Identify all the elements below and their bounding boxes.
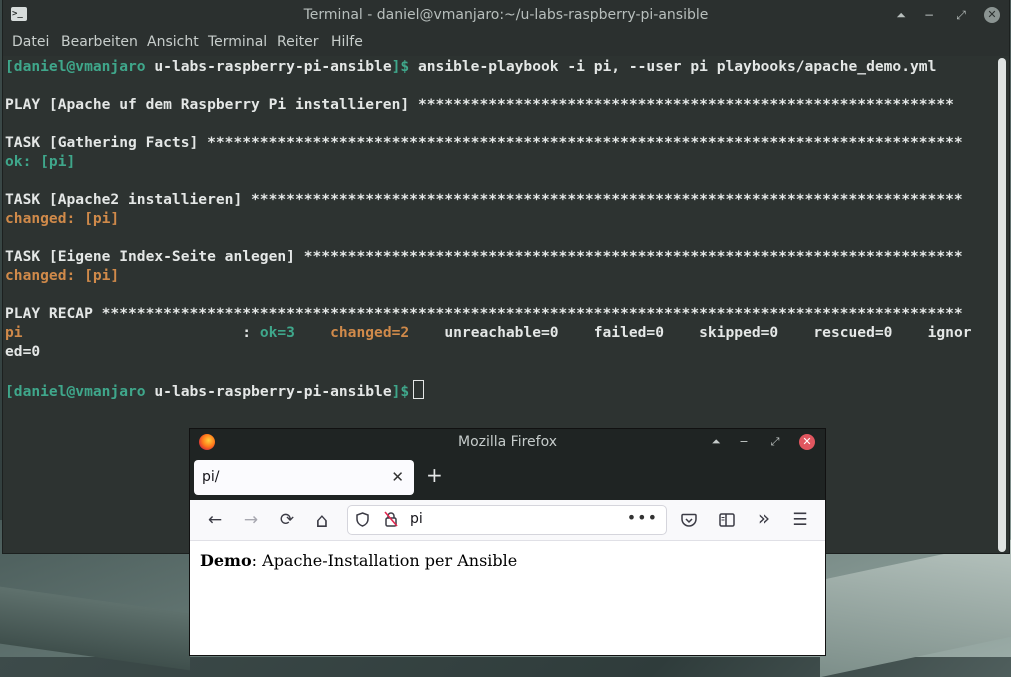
minimize-button[interactable]: − bbox=[921, 7, 937, 23]
page-text: Demo: Apache-Installation per Ansible bbox=[200, 551, 517, 570]
prompt-user: [daniel@vmanjaro bbox=[5, 383, 146, 400]
page-actions-icon[interactable]: ••• bbox=[627, 508, 658, 527]
close-button[interactable]: ✕ bbox=[984, 7, 1000, 23]
terminal-titlebar[interactable]: >_ Terminal - daniel@vmanjaro:~/u-labs-r… bbox=[3, 0, 1009, 31]
menu-terminal[interactable]: Terminal bbox=[208, 34, 267, 50]
app-menu-button[interactable]: ☰ bbox=[789, 509, 811, 531]
terminal-scrollbar[interactable] bbox=[998, 58, 1006, 552]
recap-host: pi bbox=[5, 324, 23, 341]
close-button[interactable]: ✕ bbox=[799, 434, 815, 450]
keep-above-button[interactable]: ⏶ bbox=[893, 7, 909, 23]
recap-ok: ok=3 bbox=[259, 324, 295, 341]
firefox-window: Mozilla Firefox ⏶ − ⤢ ✕ pi/ ✕ + ← → ⟳ ⌂ … bbox=[190, 429, 825, 655]
task-header: TASK [Apache2 installieren] ************… bbox=[5, 191, 963, 208]
menu-bearbeiten[interactable]: Bearbeiten bbox=[61, 34, 138, 50]
sidebar-icon[interactable] bbox=[719, 513, 735, 527]
prompt-dir: u-labs-raspberry-pi-ansible bbox=[145, 58, 392, 75]
tracking-protection-shield-icon[interactable] bbox=[356, 512, 369, 527]
home-button[interactable]: ⌂ bbox=[311, 509, 333, 531]
maximize-button[interactable]: ⤢ bbox=[953, 7, 969, 23]
recap-separator: : bbox=[22, 324, 260, 341]
prompt-line: [daniel@vmanjaro u-labs-raspberry-pi-ans… bbox=[5, 380, 425, 400]
page-text-bold: Demo bbox=[200, 551, 252, 570]
prompt-symbol: ]$ bbox=[391, 58, 418, 75]
page-text-rest: : Apache-Installation per Ansible bbox=[251, 551, 518, 570]
terminal-title: Terminal - daniel@vmanjaro:~/u-labs-rasp… bbox=[303, 7, 709, 23]
recap-line: pi : ok=3 changed=2 unreachable=0 failed… bbox=[5, 323, 972, 342]
prompt-line: [daniel@vmanjaro u-labs-raspberry-pi-ans… bbox=[5, 57, 936, 76]
new-tab-button[interactable]: + bbox=[426, 465, 443, 485]
keep-above-button[interactable]: ⏶ bbox=[708, 434, 724, 450]
menu-datei[interactable]: Datei bbox=[12, 34, 49, 50]
forward-button[interactable]: → bbox=[240, 509, 262, 531]
menu-ansicht[interactable]: Ansicht bbox=[147, 34, 199, 50]
more-tools-button[interactable]: » bbox=[753, 507, 775, 529]
close-tab-icon[interactable]: ✕ bbox=[391, 468, 404, 486]
pocket-icon[interactable] bbox=[681, 513, 697, 528]
recap-changed: changed=2 bbox=[294, 324, 410, 341]
page-content: Demo: Apache-Installation per Ansible bbox=[190, 541, 825, 655]
menu-reiter[interactable]: Reiter bbox=[277, 34, 318, 50]
tab-label: pi/ bbox=[202, 469, 220, 485]
task-header: TASK [Gathering Facts] *****************… bbox=[5, 134, 963, 151]
recap-wrap: ed=0 bbox=[5, 343, 41, 360]
tab-pi[interactable]: pi/ ✕ bbox=[194, 460, 414, 495]
maximize-button[interactable]: ⤢ bbox=[767, 434, 783, 450]
firefox-title: Mozilla Firefox bbox=[457, 434, 558, 450]
terminal-cursor bbox=[413, 380, 425, 399]
address-bar[interactable]: pi ••• bbox=[347, 505, 667, 535]
task-header: TASK [Eigene Index-Seite anlegen] ******… bbox=[5, 248, 963, 265]
prompt-user: [daniel@vmanjaro bbox=[5, 58, 146, 75]
task-result: changed: [pi] bbox=[5, 267, 120, 284]
insecure-lock-icon[interactable] bbox=[384, 511, 398, 527]
command-text: ansible-playbook -i pi, --user pi playbo… bbox=[417, 58, 937, 75]
task-result: changed: [pi] bbox=[5, 210, 120, 227]
play-header: PLAY [Apache uf dem Raspberry Pi install… bbox=[5, 96, 954, 113]
navigation-toolbar: ← → ⟳ ⌂ pi ••• » ☰ bbox=[190, 500, 825, 541]
tab-bar: pi/ ✕ + bbox=[190, 455, 825, 500]
prompt-dir: u-labs-raspberry-pi-ansible bbox=[145, 383, 392, 400]
prompt-symbol: ]$ bbox=[391, 383, 410, 400]
recap-rest: unreachable=0 failed=0 skipped=0 rescued… bbox=[409, 324, 972, 341]
menu-hilfe[interactable]: Hilfe bbox=[331, 34, 363, 50]
back-button[interactable]: ← bbox=[204, 509, 226, 531]
url-text: pi bbox=[410, 511, 423, 527]
firefox-titlebar[interactable]: Mozilla Firefox ⏶ − ⤢ ✕ bbox=[190, 429, 825, 455]
recap-header: PLAY RECAP *****************************… bbox=[5, 305, 963, 322]
minimize-button[interactable]: − bbox=[736, 434, 752, 450]
task-result: ok: [pi] bbox=[5, 153, 76, 170]
reload-button[interactable]: ⟳ bbox=[276, 509, 298, 531]
terminal-menubar: Datei Bearbeiten Ansicht Terminal Reiter… bbox=[3, 31, 1009, 56]
